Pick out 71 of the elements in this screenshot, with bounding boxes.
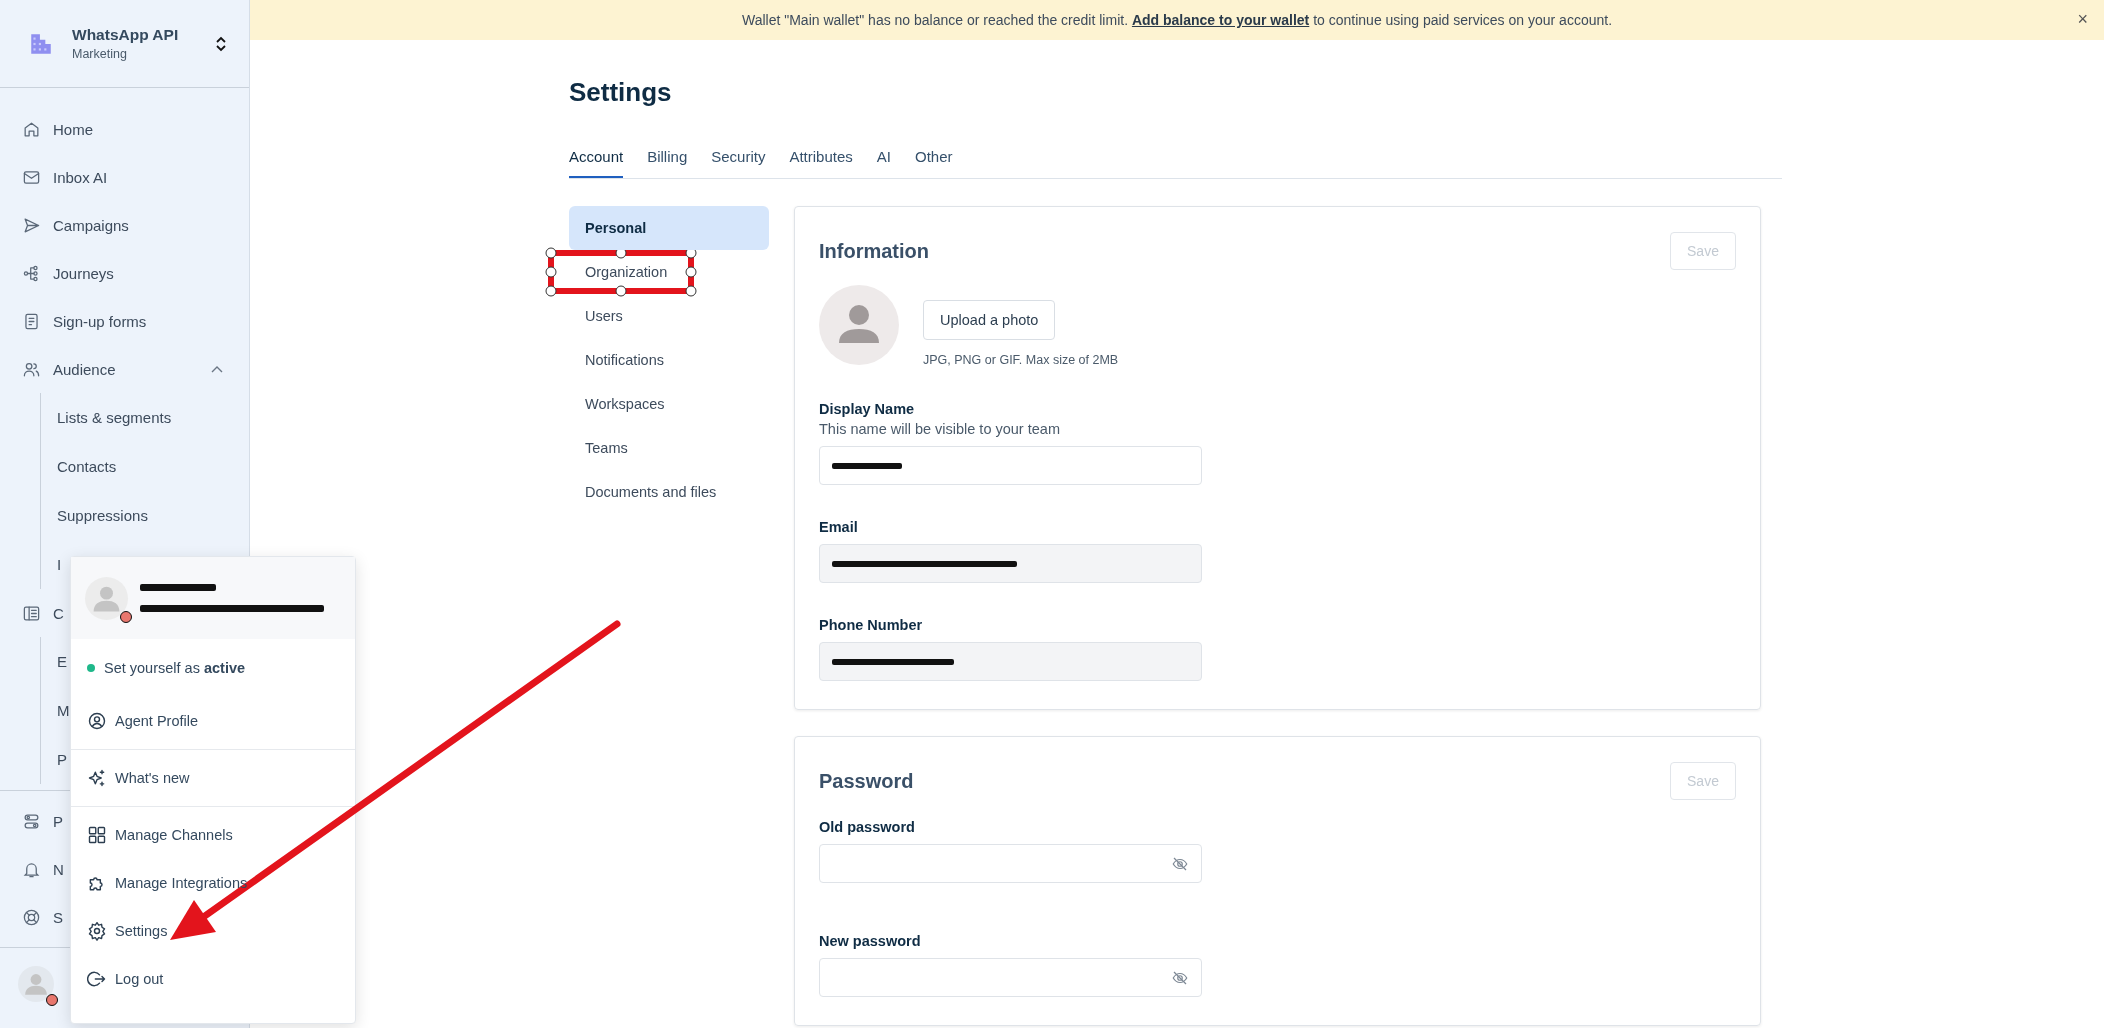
- avatar: [85, 576, 128, 620]
- upload-hint: JPG, PNG or GIF. Max size of 2MB: [923, 353, 1119, 367]
- nav-item[interactable]: S: [53, 908, 63, 926]
- tab[interactable]: Other: [915, 148, 953, 178]
- close-button[interactable]: ×: [2073, 9, 2092, 30]
- grid-icon: [87, 825, 107, 845]
- user-circle-icon: [87, 711, 107, 731]
- tab[interactable]: Account: [569, 148, 624, 178]
- nav-subitem[interactable]: P: [57, 751, 67, 768]
- chevron-icon[interactable]: [211, 365, 223, 373]
- nav-subitem[interactable]: I: [57, 556, 62, 573]
- menu-item[interactable]: Log out: [115, 971, 164, 987]
- input-field[interactable]: [819, 642, 1202, 681]
- field-help: This name will be visible to your team: [819, 421, 1061, 437]
- field-label: New password: [819, 933, 922, 949]
- nav-item[interactable]: N: [53, 860, 64, 878]
- card-title: Password: [819, 769, 914, 793]
- nav-item[interactable]: Audience: [53, 360, 116, 378]
- input-field[interactable]: [819, 544, 1202, 583]
- page-title: Settings: [569, 76, 673, 108]
- nav-item[interactable]: Journeys: [53, 264, 114, 282]
- menu-item[interactable]: Manage Channels: [115, 827, 233, 843]
- field-label: Phone Number: [819, 617, 924, 633]
- nav-item[interactable]: C: [53, 604, 64, 622]
- avatar[interactable]: [18, 966, 54, 1002]
- password-field[interactable]: [819, 958, 1202, 997]
- settings-icon: [87, 921, 107, 941]
- set-active-action[interactable]: Set yourself as active: [104, 660, 246, 676]
- menu-item[interactable]: Agent Profile: [115, 713, 199, 729]
- lifebuoy-icon: [22, 907, 41, 927]
- nav-subitem[interactable]: Suppressions: [57, 507, 148, 524]
- switcher-icon[interactable]: [215, 34, 227, 53]
- nav-item[interactable]: P: [53, 812, 63, 830]
- upload-photo-button[interactable]: Upload a photo: [923, 300, 1056, 340]
- nav-item[interactable]: Home: [53, 120, 93, 138]
- submenu-item[interactable]: Personal: [569, 206, 769, 250]
- add-balance-link[interactable]: Add balance to your wallet: [1131, 12, 1310, 28]
- submenu-item[interactable]: Teams: [569, 426, 769, 470]
- tab[interactable]: Security: [711, 148, 766, 178]
- input-field[interactable]: [819, 446, 1202, 485]
- workspace-subtitle: Marketing: [72, 47, 128, 61]
- field-label: Display Name: [819, 401, 916, 417]
- submenu-item[interactable]: Users: [569, 294, 769, 338]
- logout-icon: [87, 969, 107, 989]
- tab[interactable]: AI: [876, 148, 891, 178]
- banner-message: Wallet "Main wallet" has no balance or reached the credit limit. Add balance to your wallet to continue using paid services on your account.: [741, 12, 1613, 28]
- nav-item[interactable]: Inbox AI: [53, 168, 108, 186]
- field-label: Email: [819, 519, 859, 535]
- nav-subitem[interactable]: E: [57, 653, 67, 670]
- nav-item[interactable]: Campaigns: [53, 216, 129, 234]
- form-icon: [22, 311, 41, 331]
- menu-item[interactable]: Manage Integrations: [115, 875, 248, 891]
- menu-item[interactable]: What's new: [115, 770, 190, 786]
- menu-item[interactable]: Settings: [115, 923, 168, 939]
- status-dot: [87, 664, 95, 672]
- submenu-item[interactable]: Documents and files: [569, 470, 769, 514]
- field-label: Old password: [819, 819, 916, 835]
- password-field[interactable]: [819, 844, 1202, 883]
- journey-icon: [22, 263, 41, 283]
- sparkle-icon: [87, 768, 107, 788]
- tab[interactable]: Billing: [647, 148, 688, 178]
- nav-subitem[interactable]: Lists & segments: [57, 409, 172, 426]
- nav-subitem[interactable]: Contacts: [57, 458, 117, 475]
- submenu-item[interactable]: Notifications: [569, 338, 769, 382]
- nav-subitem[interactable]: M: [57, 702, 70, 719]
- card-title: Information: [819, 239, 929, 263]
- nav-item[interactable]: Sign-up forms: [53, 312, 147, 330]
- submenu-item[interactable]: Workspaces: [569, 382, 769, 426]
- workspace-name: WhatsApp API: [72, 26, 180, 44]
- submenu-item[interactable]: Organization: [569, 250, 769, 294]
- tab[interactable]: Attributes: [789, 148, 853, 178]
